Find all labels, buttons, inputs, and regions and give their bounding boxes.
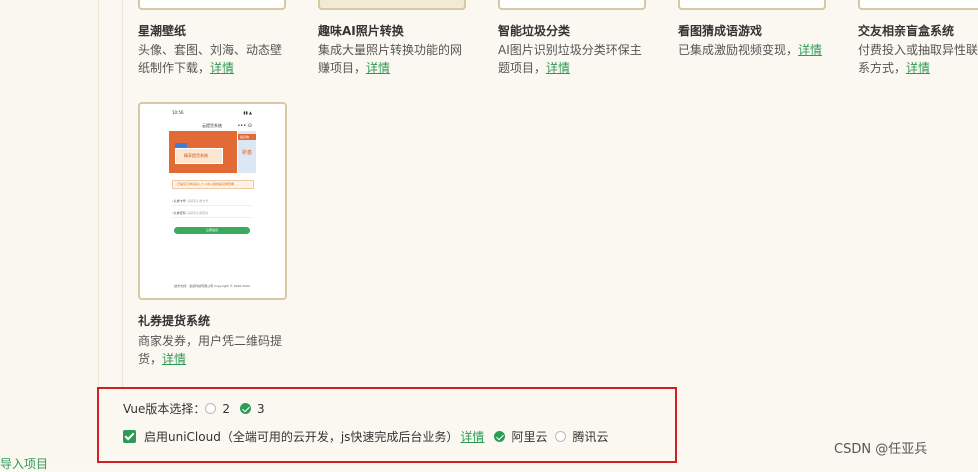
template-thumbnail[interactable] bbox=[138, 0, 286, 10]
left-panel: 导入项目 bbox=[0, 0, 99, 471]
preview-side-banner: 提货卷 新春 bbox=[238, 131, 256, 173]
vue-2-label[interactable]: 2 bbox=[222, 402, 230, 416]
unicloud-detail-link[interactable]: 详情 bbox=[460, 428, 484, 445]
preview-menu-icon: ••• ⊙ bbox=[237, 123, 252, 129]
template-title: 趣味AI照片转换 bbox=[318, 24, 404, 38]
unicloud-row: 启用uniCloud（全端可用的云开发，js快速完成后台业务） 详情 阿里云 腾… bbox=[123, 428, 608, 445]
tencent-radio[interactable] bbox=[555, 431, 567, 442]
status-time: 10:56 bbox=[172, 110, 184, 115]
phone-preview: 10:56 ▮▮ ▲ 云提货系统 ••• ⊙ 精享提货系统 提货卷 新春 已提货… bbox=[168, 107, 256, 297]
watermark: CSDN @任亚兵 bbox=[834, 442, 928, 457]
side-ribbon: 提货卷 bbox=[238, 134, 256, 140]
detail-link[interactable]: 详情 bbox=[546, 61, 570, 75]
template-thumbnail[interactable] bbox=[318, 0, 466, 10]
aliyun-radio[interactable] bbox=[494, 431, 506, 442]
template-title: 交友相亲盲盒系统 bbox=[858, 24, 955, 38]
side-text: 新春 bbox=[242, 150, 253, 156]
banner-inset: 精享提货系统 bbox=[175, 148, 223, 164]
preview-field: •礼券密码 请填写礼券密码 bbox=[172, 210, 252, 218]
template-thumbnail[interactable] bbox=[858, 0, 978, 10]
preview-footer: 技术支持：某某科技有限公司 Copyright © 2020-2022 bbox=[174, 284, 250, 288]
template-title: 星潮壁纸 bbox=[138, 24, 187, 38]
template-desc: 集成大量照片转换功能的网赚项目，详情 bbox=[318, 43, 463, 75]
preview-banner: 精享提货系统 bbox=[169, 131, 237, 173]
template-desc: AI图片识别垃圾分类环保主题项目，详情 bbox=[498, 43, 642, 75]
vue-version-row: Vue版本选择： 2 3 bbox=[123, 400, 265, 417]
vue-version-label: Vue版本选择： bbox=[123, 402, 206, 416]
detail-link[interactable]: 详情 bbox=[366, 61, 390, 75]
template-title: 看图猜成语游戏 bbox=[678, 24, 763, 38]
template-thumbnail[interactable] bbox=[498, 0, 646, 10]
detail-link[interactable]: 详情 bbox=[906, 61, 930, 75]
vue-2-radio[interactable] bbox=[205, 403, 217, 414]
unicloud-label[interactable]: 启用uniCloud（全端可用的云开发，js快速完成后台业务） bbox=[144, 428, 458, 445]
unicloud-checkbox[interactable] bbox=[123, 430, 136, 443]
template-title: 智能垃圾分类 bbox=[498, 24, 571, 38]
template-desc: 付费投入或抽取异性联系方式，详情 bbox=[858, 43, 978, 75]
status-signal-icon: ▮▮ ▲ bbox=[243, 110, 252, 115]
template-thumbnail[interactable] bbox=[678, 0, 826, 10]
vue-3-radio[interactable] bbox=[240, 403, 252, 414]
project-settings-box: Vue版本选择： 2 3 启用uniCloud（全端可用的云开发，js快速完成后… bbox=[97, 387, 677, 463]
template-desc: 已集成激励视频变现，详情 bbox=[678, 43, 823, 57]
preview-submit-button: 立即提货 bbox=[174, 227, 250, 234]
detail-link[interactable]: 详情 bbox=[210, 61, 234, 75]
template-desc: 商家发券，用户凭二维码提货，详情 bbox=[138, 334, 283, 366]
vue-3-label[interactable]: 3 bbox=[257, 402, 265, 416]
aliyun-label[interactable]: 阿里云 bbox=[511, 428, 547, 445]
detail-link[interactable]: 详情 bbox=[798, 43, 822, 57]
template-title: 礼券提货系统 bbox=[138, 314, 211, 328]
preview-field: •礼券卡号 请填写礼券卡号 bbox=[172, 198, 252, 206]
template-desc: 头像、套图、刘海、动态壁纸制作下载，详情 bbox=[138, 43, 283, 75]
preview-notice: 已提货订单请进入个人中心我的提货单查看 bbox=[172, 180, 254, 189]
detail-link[interactable]: 详情 bbox=[162, 352, 186, 366]
tencent-label[interactable]: 腾讯云 bbox=[572, 428, 608, 445]
